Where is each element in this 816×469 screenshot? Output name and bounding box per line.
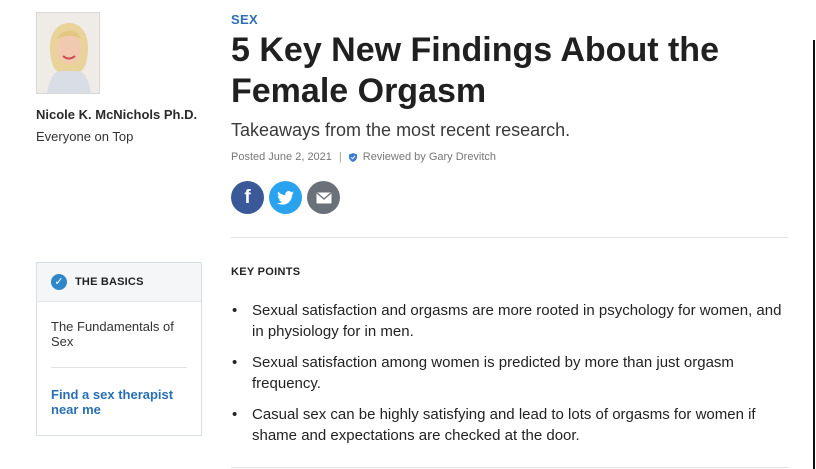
article-meta: Posted June 2, 2021 | Reviewed by Gary D… [231, 151, 496, 163]
verified-shield-icon [348, 152, 357, 162]
email-share-button[interactable] [307, 181, 340, 214]
email-icon [316, 191, 331, 203]
key-points-list: Sexual satisfaction and orgasms are more… [231, 300, 791, 456]
basics-box: ✓ THE BASICS The Fundamentals of Sex Fin… [36, 262, 202, 436]
posted-date: Posted June 2, 2021 [231, 151, 332, 163]
divider [231, 467, 788, 468]
find-therapist-link[interactable]: Find a sex therapist near me [51, 387, 191, 417]
reviewed-by[interactable]: Reviewed by Gary Drevitch [363, 151, 496, 163]
check-circle-icon: ✓ [51, 274, 67, 290]
basics-header: ✓ THE BASICS [37, 263, 201, 302]
article-headline: 5 Key New Findings About the Female Orga… [231, 31, 719, 110]
twitter-icon [277, 190, 294, 205]
divider [51, 367, 187, 368]
key-point-item: Sexual satisfaction and orgasms are more… [231, 300, 791, 342]
key-points-title: KEY POINTS [231, 266, 301, 278]
share-buttons: f [231, 181, 345, 214]
blog-name[interactable]: Everyone on Top [36, 129, 133, 144]
key-point-item: Sexual satisfaction among women is predi… [231, 352, 791, 394]
article-subtitle: Takeaways from the most recent research. [231, 120, 571, 140]
author-name[interactable]: Nicole K. McNichols Ph.D. [36, 107, 197, 122]
category-link[interactable]: SEX [231, 12, 258, 27]
twitter-share-button[interactable] [269, 181, 302, 214]
key-point-item: Casual sex can be highly satisfying and … [231, 404, 791, 446]
page-edge-line [813, 40, 815, 469]
basics-link-fundamentals[interactable]: The Fundamentals of Sex [51, 319, 191, 349]
facebook-share-button[interactable]: f [231, 181, 264, 214]
basics-title: THE BASICS [75, 276, 144, 288]
author-avatar[interactable] [36, 12, 100, 94]
meta-separator: | [338, 151, 342, 163]
divider [231, 237, 788, 238]
facebook-icon: f [244, 186, 251, 208]
